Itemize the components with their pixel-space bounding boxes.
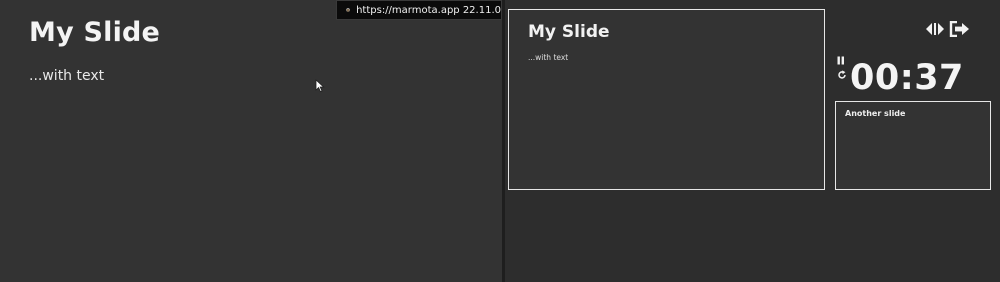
marmot-logo-icon — [346, 8, 350, 12]
switch-screens-icon[interactable] — [925, 22, 945, 36]
current-slide-preview: My Slide ...with text — [508, 9, 825, 190]
timer-controls — [837, 56, 849, 82]
exit-icon[interactable] — [949, 21, 970, 37]
preview-slide-title: My Slide — [528, 22, 610, 42]
presenter-controls — [925, 21, 970, 37]
next-slide-preview: Another slide — [835, 101, 991, 190]
mouse-cursor-icon — [315, 79, 325, 93]
preview-slide-text: ...with text — [528, 53, 569, 62]
next-slide-title: Another slide — [845, 109, 906, 118]
app-tooltip: https://marmota.app 22.11.0 — [336, 0, 502, 20]
slide-title: My Slide — [29, 17, 161, 48]
slide-text: ...with text — [29, 68, 105, 84]
reset-icon[interactable] — [837, 70, 847, 80]
presentation-timer: 00:37 — [850, 58, 964, 98]
tooltip-text: https://marmota.app 22.11.0 — [356, 4, 501, 16]
pause-icon[interactable] — [837, 56, 845, 65]
presentation-slide: My Slide ...with text — [0, 0, 502, 282]
